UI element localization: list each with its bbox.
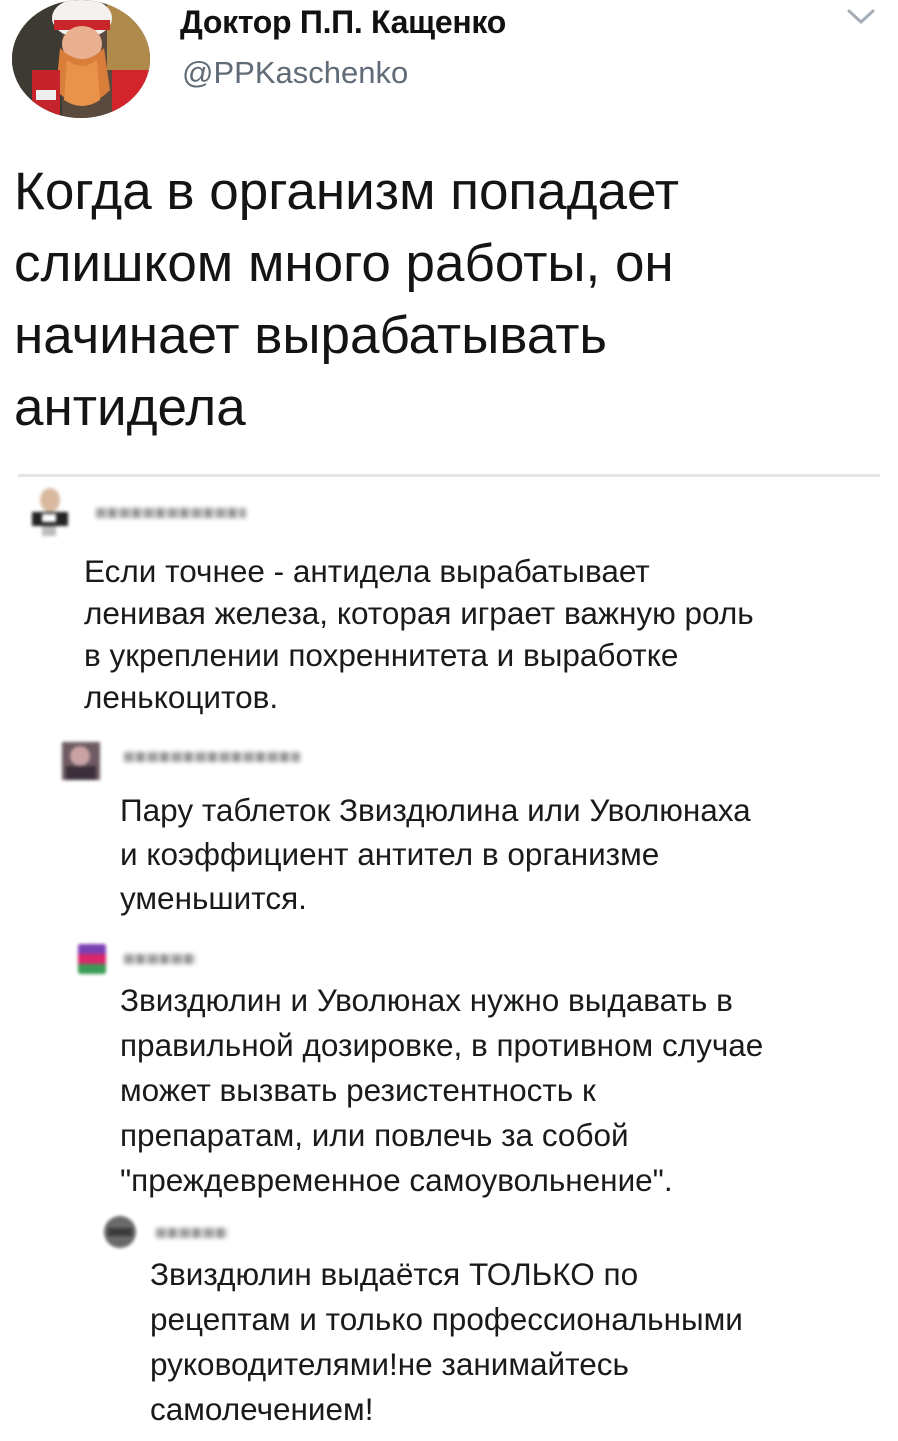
comment-avatar[interactable] [58,740,104,782]
avatar-image [58,740,104,782]
comment-text-line: в укреплении похреннитета и выработке [84,637,679,673]
author-name[interactable]: Доктор П.П. Кащенко [180,4,506,41]
comment-text-line: Пару таблеток Звиздюлина или Уволюнаха [120,792,751,828]
comment-text-line: самолечением! [150,1391,374,1427]
tweet-header: Доктор П.П. Кащенко @PPKaschenko [0,0,898,130]
comment-text-line: может вызвать резистентность к [120,1072,596,1108]
comment-text: Звиздюлин выдаётся ТОЛЬКО по рецептам и … [150,1252,743,1432]
chevron-down-icon[interactable] [846,6,876,28]
comment-text-line: руководителями!не занимайтесь [150,1346,629,1382]
comment-text-line: Звиздюлин выдаётся ТОЛЬКО по [150,1256,639,1292]
comment-author-name[interactable] [124,954,196,964]
comment-text-line: уменьшится. [120,880,307,916]
comment-text-line: рецептам и только профессиональными [150,1301,743,1337]
tweet-text-line: Когда в организм попадает [14,162,679,221]
avatar-image [12,0,150,118]
comment-text: Пару таблеток Звиздюлина или Уволюнаха и… [120,788,751,920]
comment-text-line: и коэффициент антител в организме [120,836,660,872]
comment-author-name[interactable] [124,752,300,762]
tweet-text-line: начинает вырабатывать [14,306,608,365]
avatar-image [74,938,110,980]
avatar-image [102,1212,138,1252]
tweet-text-line: слишком много работы, он [14,234,674,293]
comment-author-name[interactable] [156,1228,228,1238]
author-handle[interactable]: @PPKaschenko [182,55,408,91]
divider [18,474,880,477]
comment-text-line: ленивая железа, которая играет важную ро… [84,595,754,631]
comment-avatar[interactable] [74,938,110,980]
comment-text-line: "преждевременное самоувольнение". [120,1162,673,1198]
comment-text-line: ленькоцитов. [84,679,279,715]
comment-avatar[interactable] [28,486,72,538]
comment-author-name[interactable] [96,508,246,518]
comment-text: Звиздюлин и Уволюнах нужно выдавать в пр… [120,978,763,1203]
comment-text: Если точнее - антидела вырабатывает лени… [84,550,754,718]
comment-text-line: Звиздюлин и Уволюнах нужно выдавать в [120,982,733,1018]
comment-avatar[interactable] [102,1212,138,1252]
tweet-text: Когда в организм попадает слишком много … [14,156,874,444]
comment-text-line: Если точнее - антидела вырабатывает [84,553,650,589]
author-avatar[interactable] [12,0,150,118]
comment-text-line: правильной дозировке, в противном случае [120,1027,764,1063]
comment-text-line: препаратам, или повлечь за собой [120,1117,629,1153]
avatar-image [28,486,72,538]
tweet-text-line: антидела [14,378,246,437]
